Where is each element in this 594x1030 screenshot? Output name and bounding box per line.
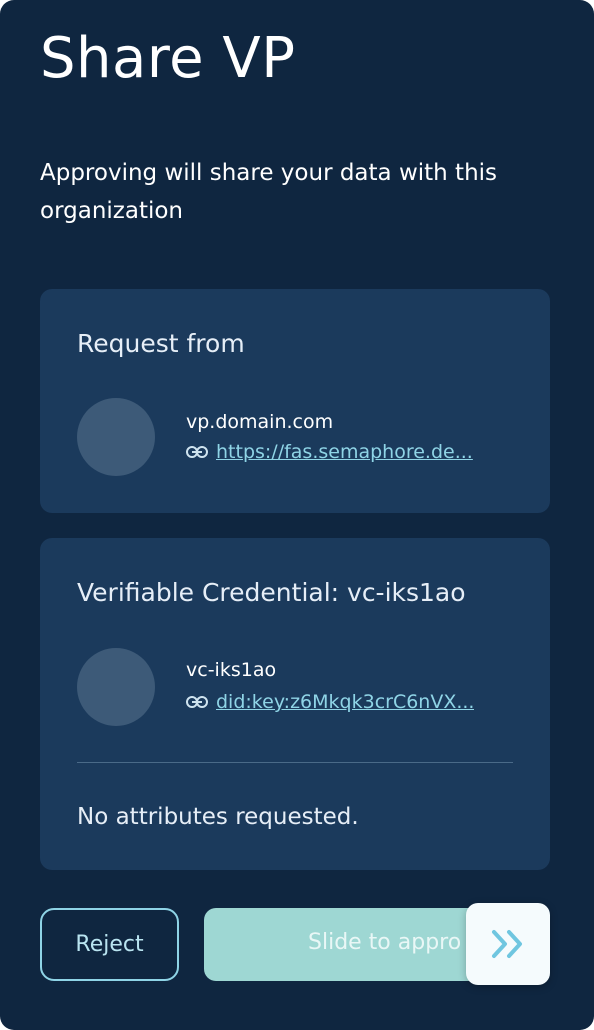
double-chevron-right-icon — [492, 930, 522, 958]
page-subtitle: Approving will share your data with this… — [40, 160, 498, 224]
reject-button[interactable]: Reject — [40, 908, 179, 981]
credential-avatar — [77, 648, 155, 726]
page-title: Share VP — [40, 26, 296, 91]
approve-slider-label: Slide to appro — [308, 930, 462, 955]
link-icon — [186, 446, 208, 458]
request-card-heading: Request from — [77, 329, 245, 358]
no-attributes-note: No attributes requested. — [77, 804, 359, 830]
card-divider — [77, 762, 513, 763]
approve-slider-handle[interactable] — [466, 903, 550, 985]
link-icon — [186, 696, 208, 708]
requester-name: vp.domain.com — [186, 411, 334, 433]
requester-url-link[interactable]: https://fas.semaphore.de... — [216, 441, 473, 463]
credential-card-heading: Verifiable Credential: vc-iks1ao — [77, 578, 466, 607]
credential-did-link[interactable]: did:key:z6Mkqk3crC6nVX... — [216, 691, 474, 713]
credential-name: vc-iks1ao — [186, 659, 277, 681]
credential-link-row: did:key:z6Mkqk3crC6nVX... — [186, 691, 516, 713]
credential-card: Verifiable Credential: vc-iks1ao vc-iks1… — [40, 538, 550, 870]
requester-avatar — [77, 398, 155, 476]
share-vp-screen: Share VP Approving will share your data … — [0, 0, 594, 1030]
requester-link-row: https://fas.semaphore.de... — [186, 441, 516, 463]
request-card: Request from vp.domain.com https://fas.s… — [40, 289, 550, 513]
